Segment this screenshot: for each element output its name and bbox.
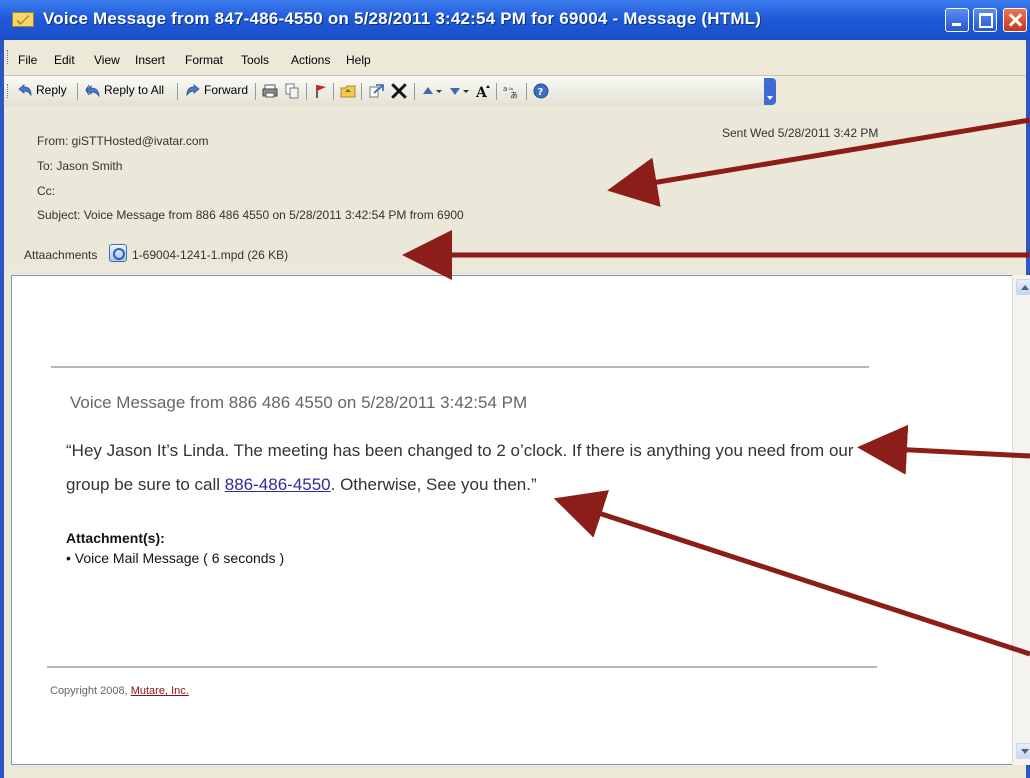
close-button[interactable]	[1003, 8, 1027, 32]
voice-message-title: Voice Message from 886 486 4550 on 5/28/…	[70, 393, 528, 412]
outlook-message-window: Voice Message from 847-486-4550 on 5/28/…	[0, 0, 1030, 778]
voice-mail-attachment[interactable]: • Voice Mail Message ( 6 seconds )	[66, 550, 284, 566]
reply-button[interactable]: Reply	[36, 83, 67, 97]
menu-help[interactable]: Help	[346, 53, 371, 67]
transcript-text-end: . Otherwise, See you then.”	[330, 475, 537, 494]
translate-icon[interactable]: a ≈あ	[502, 83, 522, 99]
svg-text:a: a	[503, 85, 507, 93]
toolbar-separator	[496, 83, 497, 100]
svg-text:A: A	[475, 85, 488, 99]
toolbar-separator	[306, 83, 307, 100]
svg-text:?: ?	[538, 87, 544, 98]
phone-link[interactable]: 886-486-4550	[225, 475, 331, 494]
window-title: Voice Message from 847-486-4550 on 5/28/…	[43, 9, 762, 28]
copy-icon[interactable]	[284, 83, 300, 99]
menu-format[interactable]: Format	[185, 53, 223, 67]
scroll-down-button[interactable]	[1016, 743, 1030, 759]
toolbar-separator	[177, 83, 178, 100]
flag-icon[interactable]	[313, 83, 329, 99]
menu-actions[interactable]: Actions	[291, 53, 330, 67]
menu-edit[interactable]: Edit	[54, 53, 75, 67]
help-icon[interactable]: ?	[533, 83, 549, 99]
top-divider	[51, 366, 869, 368]
attachment-file[interactable]: 1-69004-1241-1.mpd (26 KB)	[132, 248, 288, 262]
from-line: From: giSTTHosted@ivatar.com	[37, 134, 209, 148]
title-bar: Voice Message from 847-486-4550 on 5/28/…	[0, 0, 1030, 40]
attachments-label: Attaachments	[24, 248, 98, 262]
vertical-scrollbar[interactable]	[1012, 275, 1030, 765]
copyright: Copyright 2008, Mutare, Inc.	[50, 685, 189, 697]
toolbar-separator	[414, 83, 415, 100]
attachments-heading: Attachment(s):	[66, 530, 165, 546]
font-size-icon[interactable]: A	[475, 83, 491, 99]
menu-insert[interactable]: Insert	[135, 53, 165, 67]
menu-grip	[7, 50, 10, 64]
folder-icon[interactable]	[340, 83, 356, 99]
print-icon[interactable]	[262, 83, 278, 99]
toolbar-grip	[7, 84, 10, 98]
forward-icon	[186, 84, 200, 97]
menu-bar: File Edit View Insert Format Tools Actio…	[4, 40, 1026, 76]
minimize-button[interactable]	[945, 8, 969, 32]
reply-all-icon	[85, 84, 100, 98]
copyright-text: Copyright 2008,	[50, 685, 131, 697]
toolbar-separator	[255, 83, 256, 100]
cc-line: Cc:	[37, 184, 55, 198]
reply-icon	[18, 84, 32, 97]
mutare-link[interactable]: Mutare, Inc.	[131, 685, 189, 697]
forward-button[interactable]: Forward	[204, 83, 248, 97]
dropdown-arrow-icon[interactable]	[434, 83, 444, 99]
to-line: To: Jason Smith	[37, 159, 123, 173]
reply-all-button[interactable]: Reply to All	[104, 83, 164, 97]
delete-icon[interactable]	[390, 82, 408, 100]
menu-view[interactable]: View	[94, 53, 120, 67]
mail-icon	[12, 12, 34, 27]
scroll-up-button[interactable]	[1016, 279, 1030, 295]
dropdown-arrow-icon[interactable]	[461, 83, 471, 99]
toolbar-separator	[333, 83, 334, 100]
toolbar-separator	[361, 83, 362, 100]
svg-text:あ: あ	[510, 91, 518, 99]
subject-line: Subject: Voice Message from 886 486 4550…	[37, 208, 464, 222]
toolbar-options-button[interactable]	[764, 78, 776, 105]
bottom-divider	[47, 666, 877, 668]
standard-toolbar: Reply Reply to All Forward A a ≈ あ ?	[4, 76, 776, 106]
move-icon[interactable]	[368, 83, 384, 99]
menu-file[interactable]: File	[18, 53, 37, 67]
toolbar-separator	[77, 83, 78, 100]
voice-transcript: “Hey Jason It’s Linda. The meeting has b…	[66, 434, 886, 502]
media-file-icon[interactable]	[109, 244, 127, 262]
menu-tools[interactable]: Tools	[241, 53, 269, 67]
sent-line: Sent Wed 5/28/2011 3:42 PM	[722, 126, 879, 140]
maximize-button[interactable]	[973, 8, 997, 32]
toolbar-separator	[526, 83, 527, 100]
